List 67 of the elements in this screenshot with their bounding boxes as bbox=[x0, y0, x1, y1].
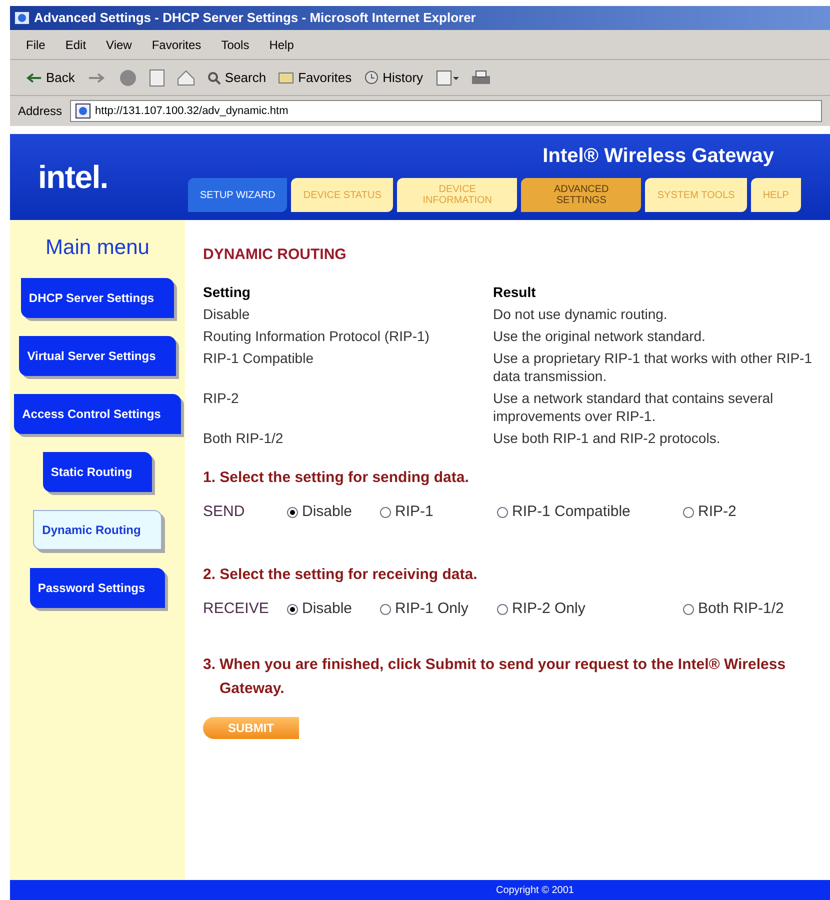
menu-item[interactable]: Edit bbox=[65, 36, 86, 54]
back-button[interactable]: Back bbox=[26, 68, 75, 88]
sidebar-item[interactable]: Virtual Server Settings bbox=[19, 336, 176, 376]
history-button[interactable]: History bbox=[364, 68, 424, 88]
sidebar-title: Main menu bbox=[46, 235, 150, 261]
radio-group-label: RECEIVE bbox=[203, 599, 270, 619]
clock-icon bbox=[364, 70, 379, 85]
search-button[interactable]: Search bbox=[206, 68, 266, 88]
radio-label: Both RIP-1/2 bbox=[698, 599, 784, 619]
menu-item[interactable]: File bbox=[26, 36, 46, 54]
radio-button[interactable] bbox=[287, 506, 298, 518]
radio-button[interactable] bbox=[683, 604, 694, 615]
step-heading: 1. Select the setting for sending data. bbox=[203, 468, 470, 488]
radio-button[interactable] bbox=[287, 604, 298, 615]
favorites-button[interactable]: Favorites bbox=[278, 68, 352, 88]
table-cell-text: Use a proprietary RIP-1 that works with other RIP-1 data transmission. bbox=[493, 348, 814, 384]
radio-label: RIP-2 Only bbox=[512, 599, 586, 619]
window-title: Advanced Settings - DHCP Server Settings - Microsoft Internet Explorer bbox=[34, 9, 476, 28]
radio-label: RIP-2 bbox=[698, 502, 736, 522]
radio-label: Disable bbox=[302, 599, 352, 619]
address-value: http://131.107.100.32/adv_dynamic.htm bbox=[95, 104, 288, 119]
table-cell-text: Do not use dynamic routing. bbox=[493, 304, 668, 322]
column-header: Setting bbox=[203, 282, 252, 300]
radio-label: Disable bbox=[302, 502, 352, 522]
radio-button[interactable] bbox=[497, 506, 508, 518]
step-heading: 3. When you are finished, click Submit to send your request to the Intel® Wireless Gateway. bbox=[203, 654, 787, 698]
table-cell-text: RIP-2 bbox=[203, 388, 240, 408]
radio-label: RIP-1 Compatible bbox=[512, 502, 630, 522]
nav-tab[interactable]: ADVANCED SETTINGS bbox=[521, 178, 642, 212]
address-field[interactable]: http://131.107.100.32/adv_dynamic.htm bbox=[70, 100, 822, 122]
address-label: Address bbox=[18, 103, 62, 120]
copyright-text: Copyright © 2001 bbox=[496, 884, 574, 898]
sidebar-item[interactable]: Access Control Settings bbox=[14, 394, 181, 434]
radio-button[interactable] bbox=[380, 604, 391, 615]
home-icon[interactable] bbox=[176, 70, 195, 86]
sidebar-item[interactable]: Password Settings bbox=[30, 568, 166, 608]
radio-button[interactable] bbox=[683, 506, 694, 518]
radio-button[interactable] bbox=[497, 604, 508, 615]
back-arrow-icon bbox=[26, 72, 42, 84]
menu-item[interactable]: View bbox=[106, 36, 132, 54]
sidebar-item[interactable]: DHCP Server Settings bbox=[20, 278, 174, 318]
column-header: Result bbox=[493, 282, 537, 300]
printer-icon[interactable] bbox=[471, 70, 492, 86]
table-cell-text: Use both RIP-1 and RIP-2 protocols. bbox=[493, 428, 722, 446]
intel-logo: intel. bbox=[38, 158, 108, 197]
table-cell-text: Disable bbox=[203, 304, 251, 322]
search-icon bbox=[206, 70, 221, 84]
table-cell-text: RIP-1 Compatible bbox=[203, 348, 314, 368]
page-icon bbox=[75, 103, 92, 119]
menu-item[interactable]: Tools bbox=[221, 36, 250, 54]
sidebar-item[interactable]: Static Routing bbox=[42, 452, 152, 492]
page-heading: DYNAMIC ROUTING bbox=[203, 245, 348, 265]
nav-tab[interactable]: SETUP WIZARD bbox=[188, 178, 288, 212]
radio-label: RIP-1 Only bbox=[395, 599, 468, 619]
table-cell-text: Use a network standard that contains several improvements over RIP-1. bbox=[493, 388, 774, 424]
folder-icon bbox=[278, 71, 294, 84]
step-heading: 2. Select the setting for receiving data. bbox=[203, 564, 478, 584]
menu-item[interactable]: Help bbox=[269, 36, 294, 54]
table-cell-text: Both RIP-1/2 bbox=[203, 428, 284, 446]
table-cell-text: Routing Information Protocol (RIP-1) bbox=[203, 326, 430, 344]
menu-item[interactable]: Favorites bbox=[152, 36, 202, 54]
radio-group-label: SEND bbox=[203, 502, 246, 522]
banner-title: Intel® Wireless Gateway bbox=[542, 144, 774, 169]
browser-icon bbox=[14, 10, 30, 26]
radio-label: RIP-1 bbox=[395, 502, 434, 522]
radio-button[interactable] bbox=[380, 506, 391, 518]
table-cell-text: Use the original network standard. bbox=[493, 326, 706, 344]
